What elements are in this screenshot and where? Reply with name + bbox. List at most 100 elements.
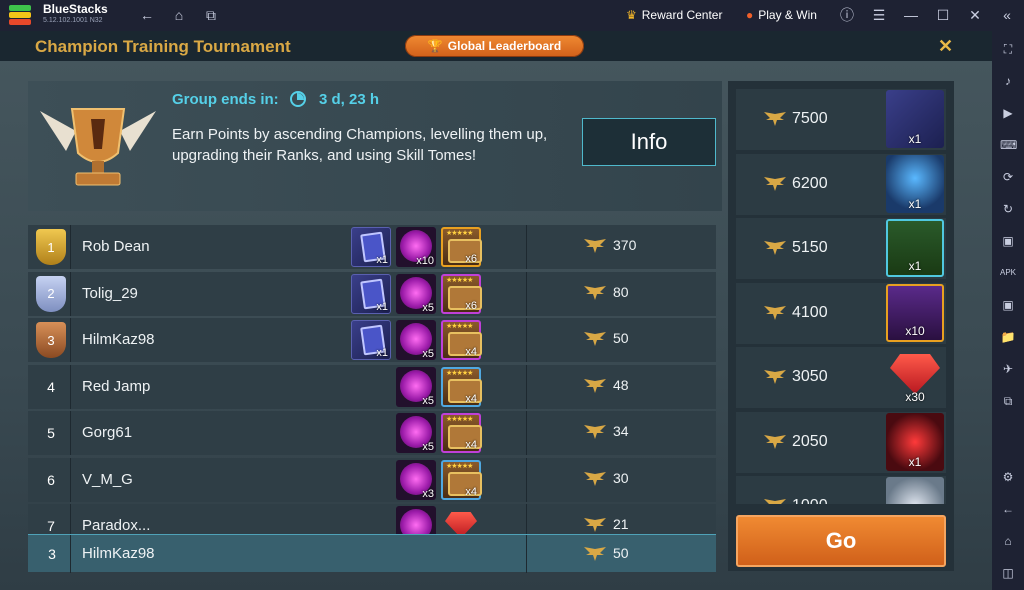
menu-icon[interactable]: ☰ [870, 6, 888, 24]
shard-reward-icon[interactable]: x5 [396, 413, 436, 453]
close-window-icon[interactable]: ✕ [966, 6, 984, 24]
reward-tier-row[interactable]: 4100 x10 [736, 282, 946, 344]
sync-icon[interactable]: ↻ [1000, 201, 1016, 217]
macro-icon[interactable]: ⟳ [1000, 169, 1016, 185]
reward-quantity: x1 [908, 454, 922, 469]
silver-reward-icon[interactable] [886, 477, 944, 504]
rank-shield-icon: 3 [36, 322, 66, 358]
help-icon[interactable]: ⓘ [838, 6, 856, 24]
points-icon [764, 176, 786, 191]
global-leaderboard-button[interactable]: 🏆 Global Leaderboard [405, 35, 584, 57]
maximize-icon[interactable]: ☐ [934, 6, 952, 24]
player-points: 48 [613, 376, 629, 393]
table-row[interactable]: 2 Tolig_29 x1 x5 ★★★★★ x6 80 [28, 271, 716, 316]
rank-shield-icon: 2 [36, 275, 66, 312]
reward-quantity: x6 [465, 253, 477, 265]
shard-reward-icon[interactable]: x5 [396, 320, 436, 360]
reward-tier-row[interactable]: 2050 x1 [736, 411, 946, 473]
minimize-icon[interactable]: — [902, 6, 920, 24]
reward-tier-row[interactable]: 7500 x1 [736, 89, 946, 150]
emulator-titlebar: BlueStacks 5.12.102.1001 N32 ← ⌂ ⧉ ♛ Rew… [0, 0, 1024, 31]
chest-reward-icon[interactable]: ★★★★★ x4 [441, 459, 482, 500]
reward-tier-row[interactable]: 1000 [736, 476, 946, 504]
rank-shield-icon: 1 [36, 229, 66, 265]
red-shard-reward-icon[interactable]: x1 [886, 412, 944, 471]
reward-center-button[interactable]: ♛ Reward Center [620, 3, 728, 27]
reward-tier-row[interactable]: 6200 x1 [736, 153, 946, 215]
airplane-icon[interactable]: ✈ [1000, 361, 1016, 377]
shard-reward-icon[interactable]: x5 [396, 366, 436, 407]
media-icon[interactable]: ▶ [1000, 105, 1016, 121]
chest-reward-icon[interactable]: ★★★★★ x6 [441, 273, 482, 314]
recent-apps-icon[interactable]: ◫ [1000, 565, 1016, 581]
close-icon[interactable]: ✕ [938, 36, 953, 57]
reward-tier-row[interactable]: 5150 x1 [736, 218, 946, 279]
stars-icon: ★★★★★ [446, 416, 473, 423]
rank-divider [70, 364, 71, 409]
reward-tier-row[interactable]: 3050 x30 [736, 347, 946, 408]
player-points: 30 [613, 469, 629, 486]
current-player-points: 50 [613, 545, 629, 561]
ruby-icon [890, 354, 940, 394]
chest-reward-icon[interactable]: ★★★★★ x4 [441, 366, 482, 407]
xp-potion-reward-icon[interactable]: x10 [886, 283, 944, 342]
multi-instance-icon[interactable]: ⧉ [1000, 393, 1016, 409]
shard-reward-icon[interactable]: x10 [396, 227, 436, 267]
table-row[interactable]: 4 Red Jamp x5 ★★★★★ x4 48 [28, 364, 716, 409]
screenshot-icon[interactable]: ▣ [1000, 297, 1016, 313]
go-button[interactable]: Go [736, 515, 946, 567]
home-icon[interactable]: ⌂ [170, 6, 188, 24]
points-divider [526, 535, 527, 573]
stars-icon: ★★★★★ [446, 230, 473, 237]
tier-points: 4100 [792, 303, 828, 321]
home-nav-icon[interactable]: ⌂ [1000, 533, 1016, 549]
player-points: 80 [613, 283, 629, 300]
shard-reward-icon[interactable]: x3 [396, 459, 436, 500]
table-row[interactable]: 3 HilmKaz98 x1 x5 ★★★★★ x4 50 [28, 318, 716, 362]
leaderboard-list[interactable]: 1 Rob Dean x1 x10 ★★★★★ x6 370 2 Tolig_29 x1 x5 ★★★… [28, 225, 722, 575]
points-divider [526, 364, 527, 409]
back-nav-icon[interactable]: ← [1000, 501, 1016, 517]
chest-reward-icon[interactable]: ★★★★★ x4 [441, 413, 482, 453]
fullscreen-icon[interactable]: ⛶ [1000, 41, 1016, 57]
collapse-sidebar-icon[interactable]: « [998, 6, 1016, 24]
table-row[interactable]: 1 Rob Dean x1 x10 ★★★★★ x6 370 [28, 225, 716, 269]
multi-window-icon[interactable]: ⧉ [202, 6, 220, 24]
player-name: V_M_G [82, 470, 133, 488]
folder-icon[interactable]: 📁 [1000, 329, 1016, 345]
current-player-name: HilmKaz98 [82, 545, 155, 562]
reward-quantity: x4 [465, 392, 477, 405]
tome-reward-icon[interactable]: x1 [351, 273, 391, 314]
volume-icon[interactable]: ♪ [1000, 73, 1016, 89]
apk-icon[interactable]: APK [1000, 265, 1016, 281]
reward-quantity: x1 [376, 347, 388, 359]
rank-cell: 3 [34, 322, 68, 358]
shard-reward-icon[interactable]: x5 [396, 273, 436, 314]
settings-icon[interactable]: ⚙ [1000, 469, 1016, 485]
points-icon [584, 332, 606, 346]
chest-reward-icon[interactable]: ★★★★★ x6 [441, 227, 482, 267]
tome-reward-icon[interactable]: x1 [351, 320, 391, 360]
tome-reward-icon[interactable]: x1 [351, 227, 391, 267]
info-button[interactable]: Info [582, 118, 716, 166]
stars-icon: ★★★★★ [446, 276, 473, 284]
play-win-button[interactable]: ● Play & Win [740, 3, 823, 27]
player-points: 21 [613, 516, 629, 532]
reward-quantity: x5 [422, 348, 434, 360]
gem-reward-icon[interactable]: x30 [886, 348, 944, 406]
play-win-label: Play & Win [758, 8, 817, 22]
table-row[interactable]: 6 V_M_G x3 ★★★★★ x4 30 [28, 457, 716, 502]
tier-points: 6200 [792, 174, 828, 192]
chest-reward-icon[interactable]: ★★★★★ x4 [441, 320, 482, 360]
game-controls-icon[interactable]: ▣ [1000, 233, 1016, 249]
back-icon[interactable]: ← [138, 6, 156, 24]
keyboard-icon[interactable]: ⌨ [1000, 137, 1017, 153]
reward-tiers-list[interactable]: 7500 x1 6200 x1 5150 x1 4100 x10 3050 x30 2050 x1 10… [728, 89, 954, 504]
tome-reward-icon[interactable]: x1 [886, 90, 944, 148]
rank-divider [70, 457, 71, 502]
champion-reward-icon[interactable]: x1 [886, 219, 944, 277]
potion-reward-icon[interactable]: x1 [886, 154, 944, 213]
rank-number: 4 [47, 378, 55, 395]
table-row[interactable]: 5 Gorg61 x5 ★★★★★ x4 34 [28, 411, 716, 455]
tier-points: 2050 [792, 432, 828, 450]
